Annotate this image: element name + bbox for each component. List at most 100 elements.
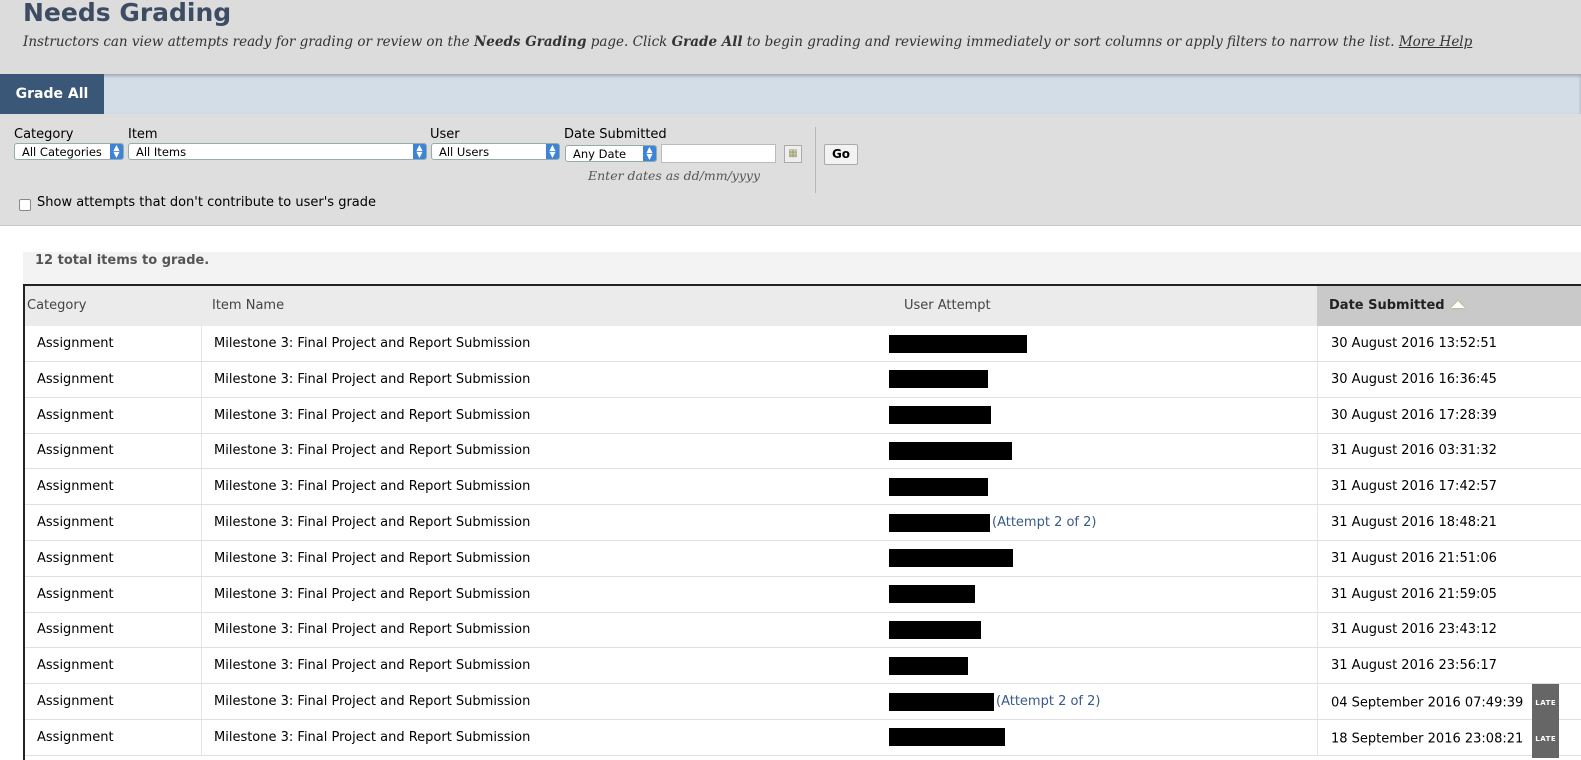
filter-panel: Category All Categories ▲ ▼ Item All Items… <box>0 114 1581 226</box>
column-divider <box>1317 505 1318 540</box>
row-user-attempt[interactable]: (Attempt 2 of 2) <box>889 684 1100 719</box>
row-item-name[interactable]: Milestone 3: Final Project and Report Su… <box>214 612 530 647</box>
row-category: Assignment <box>37 622 114 638</box>
item-select[interactable]: All Items ▲ ▼ <box>128 143 427 160</box>
row-category: Assignment <box>37 550 114 566</box>
row-item-name[interactable]: Milestone 3: Final Project and Report Su… <box>214 505 530 540</box>
row-item-name[interactable]: Milestone 3: Final Project and Report Su… <box>214 648 530 683</box>
column-divider <box>1317 684 1318 719</box>
row-user-attempt[interactable] <box>889 326 1027 361</box>
desc-text: page. Click <box>586 34 672 50</box>
row-item-name[interactable]: Milestone 3: Final Project and Report Su… <box>214 433 530 468</box>
redacted-user-name <box>889 693 994 711</box>
row-date-submitted: 31 August 2016 21:51:06 <box>1331 541 1497 576</box>
sort-ascending-icon <box>1450 301 1465 308</box>
column-header-item-name[interactable]: Item Name <box>212 286 284 326</box>
desc-text: Instructors can view attempts ready for … <box>23 34 474 50</box>
table-row: Assignment Milestone 3: Final Project and… <box>25 540 1581 577</box>
row-date-submitted: 31 August 2016 17:42:57 <box>1331 469 1497 504</box>
redacted-user-name <box>889 334 1027 353</box>
column-divider <box>201 719 202 755</box>
desc-text: to begin grading and reviewing immediate… <box>742 34 1399 50</box>
row-item-name[interactable]: Milestone 3: Final Project and Report Su… <box>214 577 530 612</box>
row-user-attempt[interactable] <box>889 469 988 504</box>
item-select-value: All Items <box>136 145 187 159</box>
date-filter-label: Date Submitted <box>564 127 667 142</box>
column-divider <box>1317 433 1318 469</box>
column-divider <box>201 576 202 612</box>
action-bar: Grade All <box>0 74 1581 114</box>
row-date-submitted: 04 September 2016 07:49:39 LATE <box>1331 684 1560 722</box>
date-value: 30 August 2016 17:28:39 <box>1331 407 1497 423</box>
column-divider <box>1317 540 1318 576</box>
column-divider <box>1317 576 1318 612</box>
table-row: Assignment Milestone 3: Final Project and… <box>25 397 1581 434</box>
select-arrows-icon: ▲ ▼ <box>110 144 123 159</box>
select-arrows-icon: ▲ ▼ <box>546 144 559 159</box>
row-date-submitted: 30 August 2016 13:52:51 <box>1331 326 1497 361</box>
table-row: Assignment Milestone 3: Final Project and… <box>25 433 1581 470</box>
show-attempts-checkbox[interactable] <box>19 199 31 211</box>
column-divider <box>1317 648 1318 684</box>
row-user-attempt[interactable] <box>889 720 1005 755</box>
row-user-attempt[interactable] <box>889 612 981 647</box>
row-item-name[interactable]: Milestone 3: Final Project and Report Su… <box>214 469 530 504</box>
show-attempts-label: Show attempts that don't contribute to u… <box>37 195 377 210</box>
grade-all-button[interactable]: Grade All <box>0 74 104 114</box>
row-date-submitted: 30 August 2016 16:36:45 <box>1331 362 1497 397</box>
calendar-icon[interactable]: ▦ <box>784 145 802 163</box>
date-value: 31 August 2016 21:51:06 <box>1331 550 1497 566</box>
table-header: Category Item Name User Attempt Date Sub… <box>25 286 1581 326</box>
user-select-value: All Users <box>439 145 490 159</box>
row-user-attempt[interactable] <box>889 577 975 612</box>
user-select[interactable]: All Users ▲ ▼ <box>431 143 560 160</box>
column-divider <box>201 684 202 719</box>
column-header-user-attempt[interactable]: User Attempt <box>904 286 991 326</box>
date-select[interactable]: Any Date ▲ ▼ <box>565 145 657 162</box>
column-header-category[interactable]: Category <box>27 286 86 326</box>
row-date-submitted: 31 August 2016 18:48:21 <box>1331 505 1497 540</box>
redacted-user-name <box>889 728 1005 747</box>
category-select-value: All Categories <box>22 145 102 159</box>
date-value: 31 August 2016 21:59:05 <box>1331 586 1497 602</box>
item-filter-label: Item <box>128 127 158 142</box>
row-user-attempt[interactable] <box>889 398 991 433</box>
row-user-attempt[interactable] <box>889 433 1012 468</box>
more-help-link[interactable]: More Help <box>1399 34 1472 50</box>
desc-bold-needs-grading: Needs Grading <box>473 34 587 50</box>
column-divider <box>201 397 202 433</box>
late-badge: LATE <box>1532 684 1560 722</box>
attempt-link[interactable]: (Attempt 2 of 2) <box>996 694 1100 709</box>
table-row: Assignment Milestone 3: Final Project and… <box>25 361 1581 398</box>
date-format-hint: Enter dates as dd/mm/yyyy <box>588 168 761 183</box>
row-user-attempt[interactable] <box>889 362 988 397</box>
row-item-name[interactable]: Milestone 3: Final Project and Report Su… <box>214 541 530 576</box>
page-title: Needs Grading <box>23 0 232 27</box>
desc-bold-grade-all: Grade All <box>671 34 743 50</box>
redacted-user-name <box>889 620 981 639</box>
row-item-name[interactable]: Milestone 3: Final Project and Report Su… <box>214 362 530 397</box>
row-category: Assignment <box>37 443 114 459</box>
redacted-user-name <box>889 370 988 389</box>
column-header-date-submitted[interactable]: Date Submitted <box>1317 286 1581 326</box>
row-item-name[interactable]: Milestone 3: Final Project and Report Su… <box>214 326 530 361</box>
row-date-submitted: 31 August 2016 23:56:17 <box>1331 648 1497 683</box>
table-row: Assignment Milestone 3: Final Project and… <box>25 612 1581 649</box>
row-user-attempt[interactable] <box>889 648 968 683</box>
table-row: Assignment Milestone 3: Final Project and… <box>25 648 1581 685</box>
row-user-attempt[interactable]: (Attempt 2 of 2) <box>889 505 1096 540</box>
row-item-name[interactable]: Milestone 3: Final Project and Report Su… <box>214 684 530 719</box>
table-row: Assignment Milestone 3: Final Project and… <box>25 576 1581 613</box>
redacted-user-name <box>889 441 1012 460</box>
category-select[interactable]: All Categories ▲ ▼ <box>14 143 124 160</box>
date-input[interactable] <box>661 144 776 163</box>
table-row: Assignment Milestone 3: Final Project and… <box>25 719 1581 758</box>
row-item-name[interactable]: Milestone 3: Final Project and Report Su… <box>214 398 530 433</box>
attempt-link[interactable]: (Attempt 2 of 2) <box>992 515 1096 530</box>
row-item-name[interactable]: Milestone 3: Final Project and Report Su… <box>214 720 530 755</box>
date-value: 31 August 2016 17:42:57 <box>1331 479 1497 495</box>
row-category: Assignment <box>37 658 114 674</box>
go-button[interactable]: Go <box>824 144 858 165</box>
row-user-attempt[interactable] <box>889 541 1013 576</box>
row-category: Assignment <box>37 694 114 709</box>
